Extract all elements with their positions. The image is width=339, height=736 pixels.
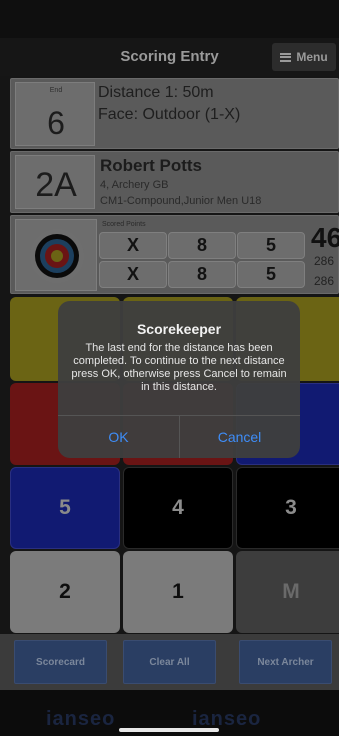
score-panel: Scored Points X 8 5 X 8 5 46 286 286 (10, 215, 339, 294)
key-3[interactable]: 3 (236, 467, 339, 549)
distance-text: Distance 1: 50m (98, 84, 214, 101)
archer-panel[interactable]: 2A Robert Potts 4, Archery GB CM1-Compou… (10, 151, 339, 213)
end-panel: End 6 Distance 1: 50m Face: Outdoor (1-X… (10, 78, 339, 149)
archer-name: Robert Potts (100, 156, 202, 175)
archer-club: 4, Archery GB (100, 179, 169, 191)
app-screen: Scoring Entry Menu End 6 Distance 1: 50m… (0, 0, 339, 736)
dialog-message: The last end for the distance has been c… (71, 342, 287, 393)
home-indicator[interactable] (119, 728, 219, 732)
archery-target-icon (30, 229, 84, 283)
ianseo-logo: ianseo (46, 708, 116, 730)
dialog-title: Scorekeeper (136, 321, 222, 337)
key-1[interactable]: 1 (123, 551, 233, 633)
menu-button[interactable]: Menu (272, 43, 336, 71)
target-box: 2A (15, 155, 95, 209)
key-2[interactable]: 2 (10, 551, 120, 633)
action-bar: Scorecard Clear All Next Archer (0, 634, 339, 690)
key-5[interactable]: 5 (10, 467, 120, 549)
scorekeeper-dialog: Scorekeeper The last end for the distanc… (58, 301, 300, 458)
face-text: Face: Outdoor (1-X) (98, 106, 241, 123)
end-label: End (49, 87, 63, 94)
end-number: 6 (47, 105, 65, 141)
scorecard-button[interactable]: Scorecard (14, 640, 107, 684)
clear-all-button[interactable]: Clear All (123, 640, 216, 684)
scored-points-label: Scored Points (102, 221, 146, 228)
score-cell[interactable]: 5 (237, 232, 305, 259)
next-archer-button[interactable]: Next Archer (239, 640, 332, 684)
key-miss[interactable]: M (236, 551, 339, 633)
header: Scoring Entry Menu (0, 38, 339, 76)
hamburger-icon (280, 52, 292, 62)
score-cell[interactable]: X (99, 261, 167, 288)
menu-label: Menu (296, 50, 328, 64)
score-cell[interactable]: X (99, 232, 167, 259)
archer-classification: CM1-Compound,Junior Men U18 (100, 195, 262, 207)
running-total: 286 (314, 254, 335, 268)
target-face-box (15, 219, 97, 291)
key-4[interactable]: 4 (123, 467, 233, 549)
target-code: 2A (35, 166, 77, 204)
running-total: 286 (314, 274, 335, 288)
ok-button[interactable]: OK (58, 416, 179, 458)
end-total: 46 (311, 222, 339, 253)
status-bar (0, 0, 339, 38)
end-box: End 6 (15, 82, 95, 146)
score-cell[interactable]: 8 (168, 261, 236, 288)
score-cell[interactable]: 8 (168, 232, 236, 259)
score-cell[interactable]: 5 (237, 261, 305, 288)
cancel-button[interactable]: Cancel (179, 416, 300, 458)
